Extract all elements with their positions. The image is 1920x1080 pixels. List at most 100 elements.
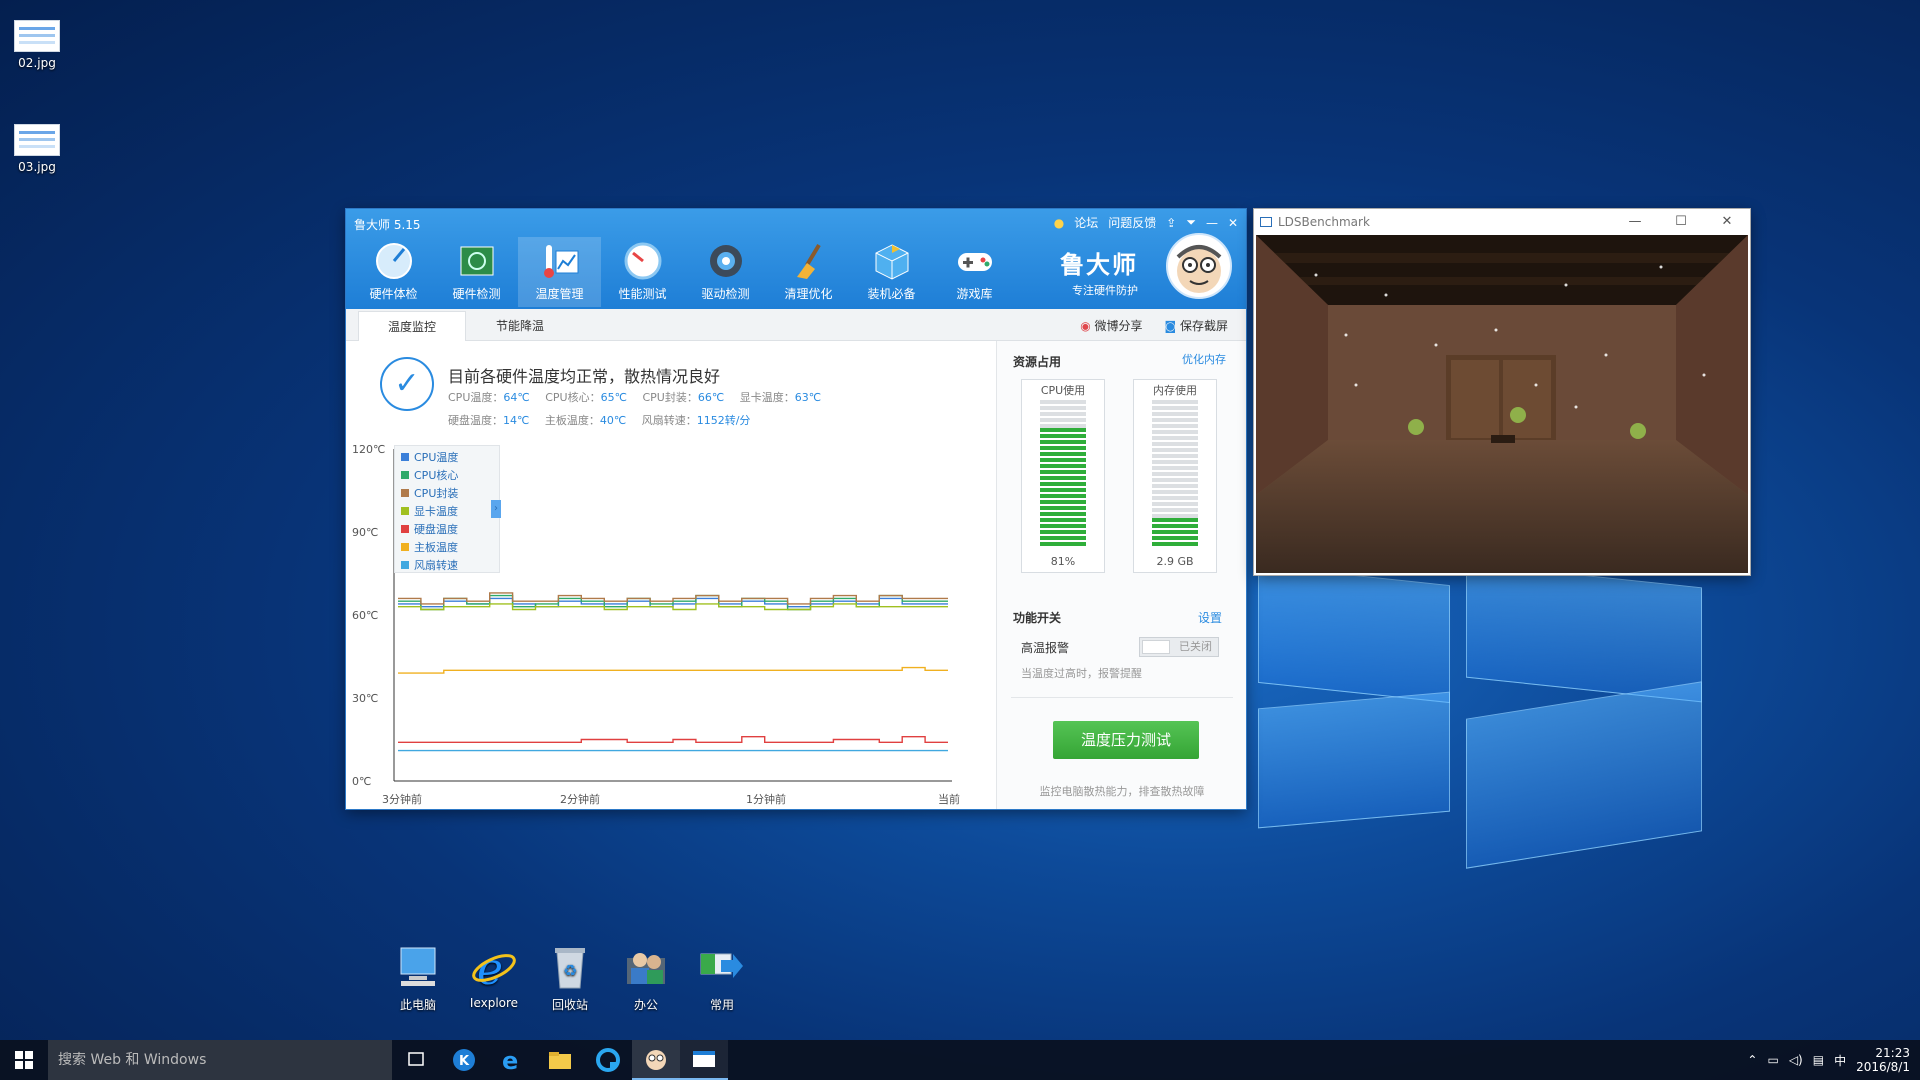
edge-browser-icon[interactable]: e <box>488 1040 536 1080</box>
desktop-icon-iexplore[interactable]: e Iexplore <box>459 944 529 1010</box>
start-button[interactable] <box>0 1040 48 1080</box>
close-button[interactable]: ✕ <box>1704 209 1750 235</box>
taskbar-search-input[interactable]: 搜索 Web 和 Windows <box>48 1040 392 1080</box>
nav-health-check[interactable]: 硬件体检 <box>352 237 435 307</box>
nav-driver[interactable]: 驱动检测 <box>684 237 767 307</box>
series-line <box>398 736 948 743</box>
maximize-button[interactable]: ☐ <box>1658 209 1704 235</box>
status-line-2: 硬盘温度：14℃ 主板温度：40℃ 风扇转速：1152转/分 <box>448 412 762 428</box>
clock[interactable]: 21:23 2016/8/1 <box>1856 1046 1910 1074</box>
tab-temp-monitor[interactable]: 温度监控 <box>358 311 466 341</box>
desktop-icon-label: 回收站 <box>551 998 588 1012</box>
alarm-label: 高温报警 <box>1021 641 1070 655</box>
nav-label: 硬件检测 <box>452 287 501 301</box>
alarm-toggle[interactable]: 已关闭 <box>1139 637 1219 657</box>
recycle-bin-icon: ♻ <box>547 944 593 990</box>
stress-test-button[interactable]: 温度压力测试 <box>1053 721 1199 759</box>
legend-swatch <box>401 489 409 497</box>
desktop-icon-label: 办公 <box>633 998 658 1012</box>
desktop-icon-02jpg[interactable]: 02.jpg <box>2 20 72 70</box>
gpu-temp-value: 63℃ <box>794 391 822 404</box>
legend-swatch <box>401 525 409 533</box>
memory-usage-meter: 内存使用 2.9 GB <box>1133 379 1217 573</box>
save-screenshot-button[interactable]: ◙ 保存截屏 <box>1165 317 1228 334</box>
network-icon[interactable]: ▭ <box>1767 1053 1778 1067</box>
menu-icon[interactable]: ⏷ <box>1186 215 1196 230</box>
cpu-usage-fill <box>1040 428 1086 548</box>
camera-icon: ◙ <box>1164 319 1180 333</box>
skin-icon[interactable]: ⇪ <box>1166 216 1176 230</box>
brand: 鲁大师 专注硬件防护 <box>1060 245 1138 298</box>
optimize-memory-link[interactable]: 优化内存 <box>1182 351 1226 367</box>
browser-app-icon[interactable] <box>584 1040 632 1080</box>
nav-games[interactable]: 游戏库 <box>933 237 1016 307</box>
nav-performance[interactable]: 性能测试 <box>601 237 684 307</box>
memory-usage-value: 2.9 GB <box>1156 555 1194 568</box>
minimize-button[interactable]: — <box>1206 216 1218 230</box>
close-button[interactable]: ✕ <box>1228 216 1238 230</box>
sub-actions: ◉ 微博分享 ◙ 保存截屏 <box>1080 317 1228 334</box>
window-icon <box>1260 217 1272 227</box>
kingsoft-app-icon[interactable]: K <box>440 1040 488 1080</box>
nav-clean[interactable]: 清理优化 <box>767 237 850 307</box>
legend-item[interactable]: CPU温度 <box>401 449 499 467</box>
tab-energy-saving[interactable]: 节能降温 <box>466 311 574 341</box>
hardware-board-icon <box>455 239 499 283</box>
desktop-icon-office[interactable]: 办公 <box>611 944 681 1013</box>
desktop-icon-this-pc[interactable]: 此电脑 <box>383 944 453 1013</box>
legend-item[interactable]: 硬盘温度 <box>401 521 499 539</box>
desktop-icon-label: 03.jpg <box>18 160 56 174</box>
legend-swatch <box>401 543 409 551</box>
benchmark-render-view <box>1256 235 1748 573</box>
nav-temperature[interactable]: 温度管理 <box>518 237 601 307</box>
image-file-icon <box>14 20 60 52</box>
feedback-link[interactable]: 问题反馈 <box>1108 214 1156 231</box>
volume-icon[interactable]: ◁) <box>1789 1053 1803 1067</box>
nav-label: 装机必备 <box>867 287 916 301</box>
nav-label: 硬件体检 <box>369 287 418 301</box>
sub-tab-bar: 温度监控 节能降温 ◉ 微博分享 ◙ 保存截屏 <box>346 309 1246 341</box>
desktop-icon-label: 02.jpg <box>18 56 56 70</box>
legend-item[interactable]: CPU封装 <box>401 485 499 503</box>
medal-icon[interactable]: ● <box>1054 216 1064 230</box>
nav-label: 游戏库 <box>956 287 993 301</box>
weibo-share-button[interactable]: ◉ 微博分享 <box>1080 317 1142 334</box>
nav-hardware-detect[interactable]: 硬件检测 <box>435 237 518 307</box>
window-controls: — ☐ ✕ <box>1612 209 1750 235</box>
gpu-temp-label: 显卡温度： <box>739 391 795 404</box>
benchmark-taskbar-icon[interactable] <box>680 1040 728 1080</box>
file-explorer-icon[interactable] <box>536 1040 584 1080</box>
y-tick-label: 30℃ <box>352 692 378 705</box>
legend-item[interactable]: 风扇转速 <box>401 557 499 575</box>
clock-time: 21:23 <box>1875 1046 1910 1060</box>
ime-indicator[interactable]: 中 <box>1834 1052 1846 1069</box>
temperature-panel: ✓ 目前各硬件温度均正常，散热情况良好 CPU温度：64℃ CPU核心：65℃ … <box>346 341 996 809</box>
minimize-button[interactable]: — <box>1612 209 1658 235</box>
legend-item[interactable]: 显卡温度 <box>401 503 499 521</box>
ludashi-window: 鲁大师 5.15 ● 论坛 问题反馈 ⇪ ⏷ — ✕ 硬件体检 硬件检测 温度管… <box>346 209 1246 809</box>
fan-speed-value: 1152转/分 <box>696 414 751 427</box>
task-view-icon[interactable] <box>392 1040 440 1080</box>
wallpaper-beam <box>1466 681 1702 869</box>
legend-item[interactable]: CPU核心 <box>401 467 499 485</box>
wallpaper-beam <box>1466 562 1702 703</box>
chevron-up-icon[interactable]: ⌃ <box>1747 1053 1757 1067</box>
legend-item[interactable]: 主板温度 <box>401 539 499 557</box>
image-file-icon <box>14 124 60 156</box>
legend-collapse-arrow-icon[interactable]: › <box>491 500 501 518</box>
gear-icon <box>704 239 748 283</box>
forum-link[interactable]: 论坛 <box>1074 214 1098 231</box>
desktop-icon-recycle-bin[interactable]: ♻ 回收站 <box>535 944 605 1013</box>
ludashi-taskbar-icon[interactable] <box>632 1040 680 1080</box>
desktop-icon-03jpg[interactable]: 03.jpg <box>2 124 72 174</box>
resources-title: 资源占用 <box>1013 355 1062 369</box>
notification-icon[interactable]: ▤ <box>1813 1053 1824 1067</box>
cpu-usage-label: CPU使用 <box>1040 384 1086 397</box>
clock-date: 2016/8/1 <box>1856 1060 1910 1074</box>
nav-install[interactable]: 装机必备 <box>850 237 933 307</box>
taskbar: 搜索 Web 和 Windows K e ⌃ ▭ ◁) ▤ 中 21:23 20… <box>0 1040 1920 1080</box>
cpu-core-value: 65℃ <box>600 391 627 404</box>
desktop-icon-common[interactable]: 常用 <box>687 944 757 1013</box>
settings-link[interactable]: 设置 <box>1198 609 1222 626</box>
cpu-usage-meter: CPU使用 81% <box>1021 379 1105 573</box>
